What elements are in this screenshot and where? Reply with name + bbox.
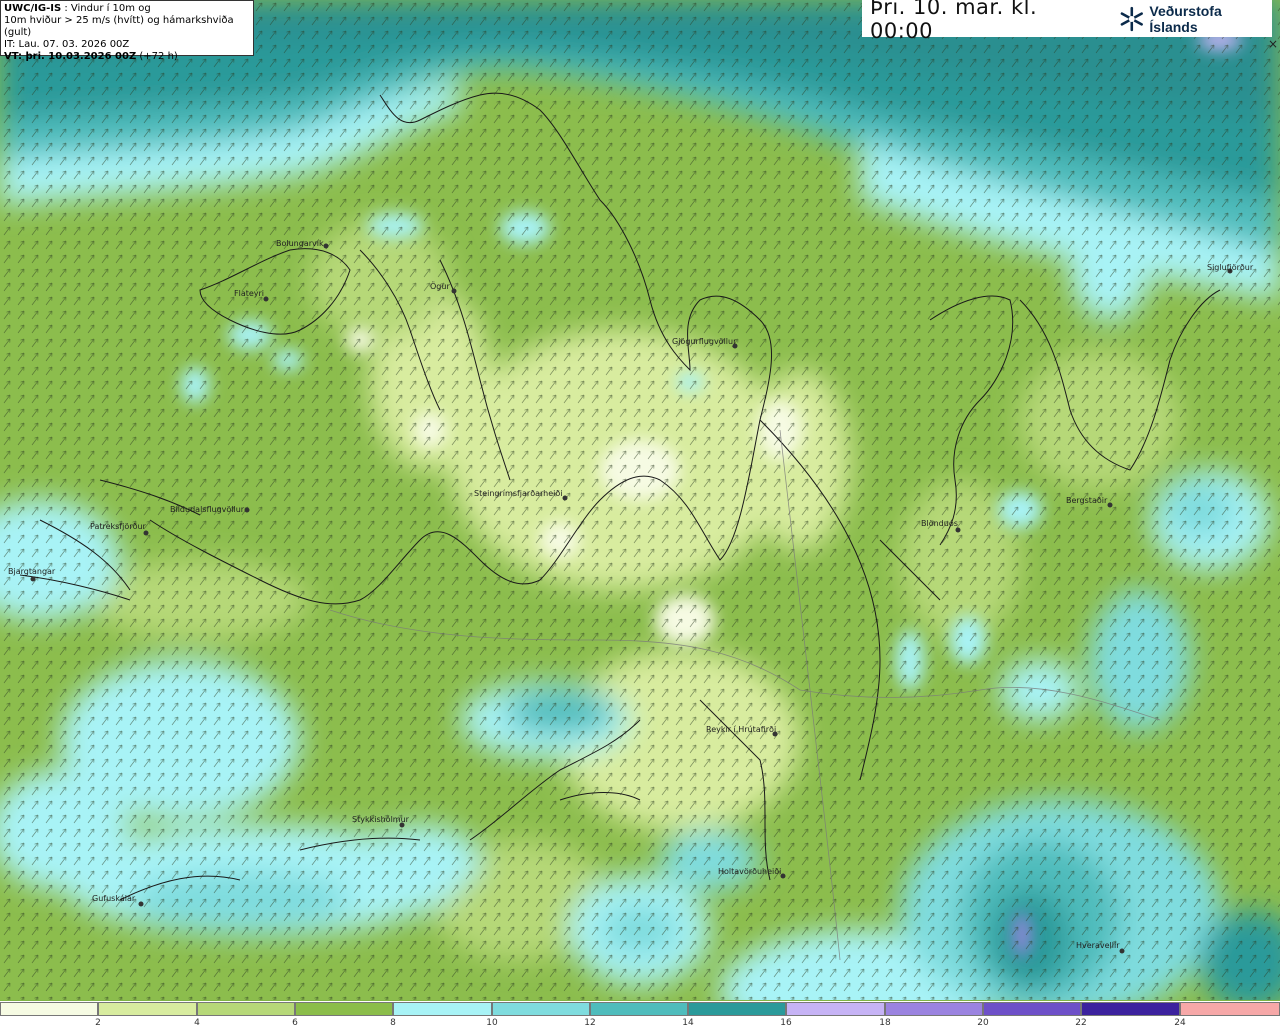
legend-swatch <box>688 1002 786 1016</box>
svg-text:Steingrímsfjarðarheiði: Steingrímsfjarðarheiði <box>474 489 563 498</box>
gust-desc: 10m hviður > 25 m/s (hvítt) og hámarkshv… <box>4 15 234 38</box>
svg-text:Reykir í Hrútafirði: Reykir í Hrútafirði <box>706 725 776 734</box>
legend-swatch <box>885 1002 983 1016</box>
legend-swatch <box>590 1002 688 1016</box>
svg-text:Bíldudalsflugvöllur: Bíldudalsflugvöllur <box>170 505 245 514</box>
svg-text:Bolungarvík: Bolungarvík <box>276 239 324 248</box>
close-icon[interactable]: × <box>1268 38 1278 50</box>
legend-swatch <box>197 1002 295 1016</box>
svg-text:Gufuskálar: Gufuskálar <box>92 894 136 903</box>
legend-swatch <box>393 1002 492 1016</box>
legend-tick-label: 24 <box>1174 1018 1186 1028</box>
legend-tick-label: 6 <box>292 1018 298 1028</box>
forecast-info-box: UWC/IG-IS : Vindur í 10m og 10m hviður >… <box>0 0 254 62</box>
legend-tick-label: 12 <box>584 1018 596 1028</box>
snowflake-icon <box>1120 6 1143 31</box>
svg-text:Gjögurflugvöllur: Gjögurflugvöllur <box>672 337 737 346</box>
legend-tick-label: 2 <box>95 1018 101 1028</box>
time-header: Þri. 10. mar. kl. 00:00 Veðurstofa Íslan… <box>862 0 1272 43</box>
svg-text:Bjargtangar: Bjargtangar <box>8 567 56 576</box>
svg-text:Hveravellir: Hveravellir <box>1076 941 1120 950</box>
legend-swatch <box>0 1002 98 1016</box>
legend-swatch <box>98 1002 197 1016</box>
svg-text:Holtavörðuheiði: Holtavörðuheiði <box>718 867 781 876</box>
svg-text:Flateyri: Flateyri <box>234 289 264 298</box>
legend-tick-label: 18 <box>879 1018 891 1028</box>
svg-text:Blönduós: Blönduós <box>921 518 958 528</box>
legend-tick-label: 20 <box>977 1018 989 1028</box>
legend-swatch <box>786 1002 885 1016</box>
wind-map[interactable]: Bolungarvík Flateyri Ögur Gjögurflugvöll… <box>0 0 1280 1000</box>
model-name: UWC/IG-IS <box>4 3 62 14</box>
valid-time-label: Þri. 10. mar. kl. 00:00 <box>870 0 1038 43</box>
legend-swatch <box>1180 1002 1280 1016</box>
legend-tick-label: 4 <box>194 1018 200 1028</box>
legend-swatch <box>295 1002 393 1016</box>
svg-text:Ögur: Ögur <box>430 281 450 291</box>
legend-tick-label: 8 <box>390 1018 396 1028</box>
svg-text:Patreksfjörður: Patreksfjörður <box>90 522 147 531</box>
place-siglufjordur[interactable]: Siglufjörður <box>1207 263 1254 274</box>
brand-name: Veðurstofa Íslands <box>1149 2 1222 35</box>
legend-swatch <box>1081 1002 1180 1016</box>
legend-tick-label: 10 <box>486 1018 498 1028</box>
place-bolungarvik[interactable]: Bolungarvík <box>276 239 329 249</box>
svg-text:Bergstaðir: Bergstaðir <box>1066 496 1108 505</box>
svg-text:Stykkishólmur: Stykkishólmur <box>352 814 410 824</box>
legend-tick-label: 14 <box>682 1018 694 1028</box>
vedurstofa-logo[interactable]: Veðurstofa Íslands <box>1118 3 1272 35</box>
color-legend: 2 4 6 8 10 12 14 16 18 20 22 24 <box>0 1001 1280 1030</box>
model-desc: : Vindur í 10m og <box>64 3 151 14</box>
svg-text:Siglufjörður: Siglufjörður <box>1207 263 1254 272</box>
initial-time: IT: Lau. 07. 03. 2026 00Z <box>4 39 130 50</box>
legend-swatch <box>983 1002 1081 1016</box>
legend-tick-label: 16 <box>780 1018 792 1028</box>
lead-time: (+72 h) <box>139 51 178 62</box>
legend-swatch <box>492 1002 590 1016</box>
valid-time: VT: þri. 10.03.2026 00Z <box>4 51 137 62</box>
place-bildudalur[interactable]: Bíldudalsflugvöllur <box>170 505 250 514</box>
legend-tick-label: 22 <box>1075 1018 1087 1028</box>
